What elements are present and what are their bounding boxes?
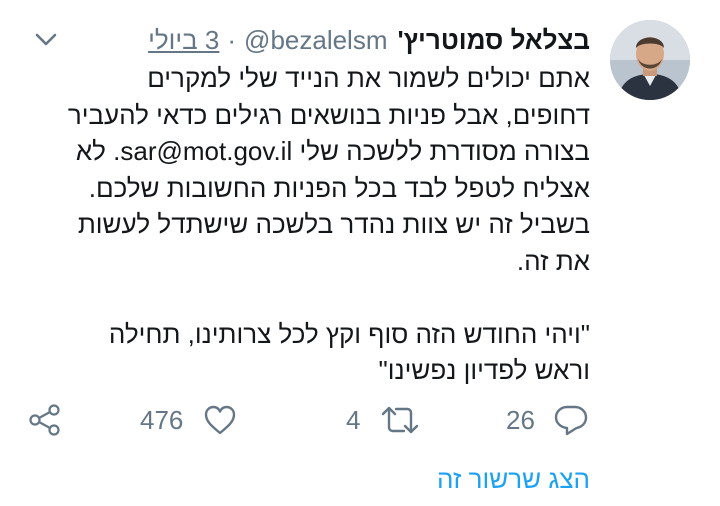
reply-icon [554, 405, 588, 436]
separator-dot: · [227, 24, 237, 55]
tweet-text-line: אצליח לטפל לבד בכל הפניות החשובות שלכם. [88, 172, 590, 203]
like-button[interactable]: 476 [140, 398, 237, 442]
author-name[interactable]: בצלאל סמוטריץ' [398, 25, 591, 56]
tweet-text-line: בצורה מסודרת ללשכה שלי sar@mot.gov.il. ל… [75, 136, 590, 166]
reply-count: 26 [506, 404, 535, 435]
author-handle[interactable]: @bezalelsm [244, 25, 387, 56]
retweet-icon [382, 406, 419, 434]
chevron-down-icon [35, 33, 57, 46]
tweet-actions: 476 4 26 [0, 398, 720, 442]
avatar[interactable] [610, 20, 690, 100]
tweet-text-line: בשביל זה יש צוות נהדר בלשכה שישתדל לעשות [77, 209, 590, 239]
share-button[interactable] [28, 398, 62, 442]
heart-icon [205, 405, 236, 435]
tweet-text-line: את זה. [516, 245, 590, 276]
tweet-text: אתם יכולים לשמור את הנייד שלי למקרים דחו… [30, 60, 590, 389]
reply-button[interactable]: 26 [506, 398, 589, 442]
tweet-header: בצלאל סמוטריץ' @bezalelsm · 3 ביולי [148, 20, 590, 60]
show-thread-link[interactable]: הצג שרשור זה [437, 464, 590, 495]
retweet-button[interactable]: 4 [346, 398, 420, 442]
tweet-quote-line: וראש לפדיון נפשינו" [378, 355, 590, 385]
tweet-text-line: דחופים, אבל פניות בנושאים רגילים כדאי לה… [67, 99, 590, 130]
tweet-menu-button[interactable] [30, 26, 62, 54]
tweet-text-line: אתם יכולים לשמור את הנייד שלי למקרים [147, 63, 590, 93]
share-icon [29, 404, 60, 436]
like-count: 476 [140, 404, 184, 435]
retweet-count: 4 [346, 404, 361, 435]
tweet-card: בצלאל סמוטריץ' @bezalelsm · 3 ביולי אתם … [0, 0, 720, 506]
avatar-image [610, 20, 690, 100]
tweet-quote-line: "ויהי החודש הזה סוף וקץ לכל צרותינו, תחי… [108, 318, 590, 349]
tweet-date-link[interactable]: 3 ביולי [148, 25, 219, 56]
